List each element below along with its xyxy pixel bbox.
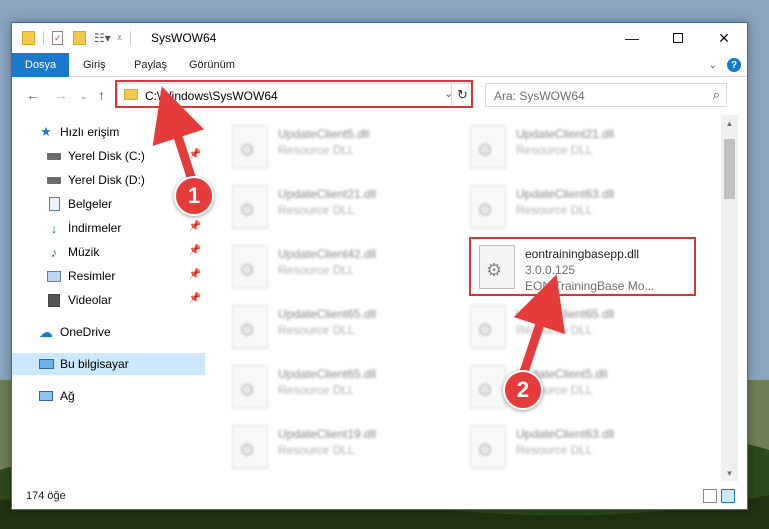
step-badge-1: 1 <box>174 176 214 216</box>
step-badge-2: 2 <box>503 370 543 410</box>
callout-arrows <box>152 86 566 383</box>
